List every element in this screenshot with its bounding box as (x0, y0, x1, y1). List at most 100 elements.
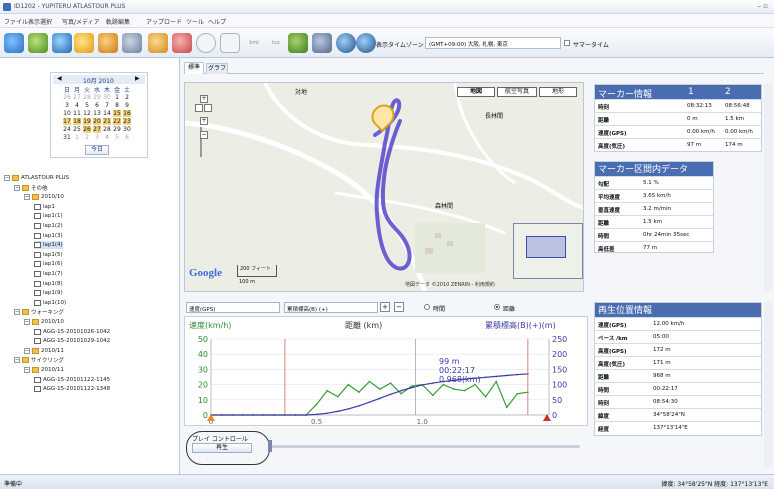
playback-thumb[interactable] (268, 440, 272, 452)
map-type-terrain[interactable]: 地形 (539, 87, 577, 97)
next-month-icon[interactable]: ▶ (135, 75, 140, 82)
star-icon[interactable] (98, 33, 118, 53)
tab-graph[interactable]: グラフ (206, 63, 228, 74)
calendar-day[interactable]: 25 (73, 126, 81, 133)
import-icon[interactable] (52, 33, 72, 53)
tree-file-item[interactable]: lap1(3) (34, 232, 63, 240)
collapse-icon[interactable]: − (14, 357, 20, 364)
collapse-icon[interactable]: − (24, 367, 30, 373)
calendar-day[interactable]: 1 (113, 94, 121, 101)
tree-folder-item[interactable]: − 2010/11 (24, 366, 64, 374)
camera-icon[interactable] (312, 33, 332, 53)
menu-help[interactable]: ヘルプ (208, 17, 226, 26)
globe-sync-icon[interactable] (356, 33, 376, 53)
timezone-select[interactable]: (GMT+09:00) 大阪, 札幌, 東京 (425, 37, 561, 49)
pan-right-icon[interactable] (204, 104, 212, 112)
calendar-day[interactable]: 9 (123, 102, 131, 109)
menu-file[interactable]: ファイル (4, 17, 28, 26)
export-icon[interactable] (148, 33, 168, 53)
kml-icon[interactable]: kml (244, 33, 264, 53)
chart-svg[interactable]: 504030201002502001501005000 0.5 1.0 (185, 317, 589, 427)
calendar-day[interactable]: 7 (103, 102, 111, 109)
tree-folder-item[interactable]: − 2010/10 (24, 193, 64, 201)
collapse-icon[interactable]: − (4, 175, 10, 181)
calendar-day[interactable]: 15 (113, 110, 121, 117)
radio-distance[interactable] (494, 304, 500, 310)
info-scrollbar[interactable] (764, 84, 772, 290)
calendar-day[interactable]: 24 (63, 126, 71, 133)
collapse-icon[interactable]: − (24, 347, 30, 354)
right-series-select[interactable]: 累積標高(B) (+) (284, 302, 378, 313)
calendar-day[interactable]: 30 (103, 94, 111, 101)
tree-folder-item[interactable]: − 2010/11 (24, 347, 64, 355)
tree-folder-item[interactable]: − ウォーキング (14, 308, 64, 316)
prev-month-icon[interactable]: ◀ (57, 75, 62, 82)
menu-track-edit[interactable]: 軌跡編集 (106, 17, 130, 26)
calendar-day[interactable]: 19 (83, 118, 91, 125)
collapse-icon[interactable]: − (24, 194, 30, 201)
photo-icon[interactable] (74, 33, 94, 53)
menu-media[interactable]: 写真/メディア (62, 17, 100, 26)
calendar-day[interactable]: 21 (103, 118, 111, 125)
zoom-in-icon[interactable]: + (200, 117, 208, 125)
calendar-day[interactable]: 22 (113, 118, 121, 125)
calendar-day[interactable]: 26 (83, 126, 91, 133)
tree-file-item[interactable]: AGG-15-20101029-1042 (34, 337, 110, 345)
calendar-day[interactable]: 29 (93, 94, 101, 101)
pan-up-icon[interactable]: + (200, 95, 208, 103)
menu-tools[interactable]: ツール (186, 17, 204, 26)
calendar-day[interactable]: 4 (73, 102, 81, 109)
tree-folder-item[interactable]: − ATLASTOUR PLUS (4, 174, 69, 182)
calendar-day[interactable]: 16 (123, 110, 131, 117)
tab-standard[interactable]: 標準 (184, 62, 204, 74)
calendar-day[interactable]: 3 (63, 102, 71, 109)
radio-time[interactable] (424, 304, 430, 310)
menu-upload[interactable]: アップロード (146, 17, 182, 26)
calendar-day[interactable]: 3 (93, 134, 101, 141)
calendar-day[interactable]: 14 (103, 110, 111, 117)
today-button[interactable]: 今日 (85, 145, 109, 155)
calendar-day[interactable]: 11 (73, 110, 81, 117)
tree-file-item[interactable]: AGG-15-20101026-1042 (34, 328, 110, 336)
tree-folder-item[interactable]: − 2010/10 (24, 318, 64, 326)
calendar-day[interactable]: 5 (113, 134, 121, 141)
tree-file-item[interactable]: lap1(9) (34, 289, 63, 297)
calendar-day[interactable]: 1 (73, 134, 81, 141)
map-type-satellite[interactable]: 航空写真 (497, 87, 537, 97)
calendar-day[interactable]: 29 (113, 126, 121, 133)
calendar-day[interactable]: 8 (113, 102, 121, 109)
calendar-day[interactable]: 4 (103, 134, 111, 141)
summertime-checkbox[interactable] (564, 40, 570, 46)
zoom-in-graph-button[interactable]: + (380, 302, 390, 312)
tree-file-item[interactable]: lap1(10) (34, 299, 66, 307)
zoom-out-graph-button[interactable]: − (394, 302, 404, 312)
calendar-day[interactable]: 23 (123, 118, 131, 125)
map-view[interactable]: + + − 地図 航空写真 地形 対地 長林間 森林間 Google 200 フ… (184, 82, 584, 292)
map-attribution[interactable]: 地図データ ©2010 ZENRIN - 利用規約 (405, 281, 495, 288)
tree-file-item[interactable]: lap1 (34, 203, 55, 211)
globe-icon[interactable] (336, 33, 356, 53)
play-button[interactable]: 再生 (192, 443, 252, 453)
calendar-day[interactable]: 12 (83, 110, 91, 117)
calendar-day[interactable]: 18 (73, 118, 81, 125)
calendar-day[interactable]: 6 (123, 134, 131, 141)
calendar-icon[interactable] (220, 33, 240, 53)
tree-file-item[interactable]: lap1(1) (34, 212, 63, 220)
calendar-day[interactable]: 27 (93, 126, 101, 133)
delete-icon[interactable] (172, 33, 192, 53)
tree-file-item[interactable]: lap1(7) (34, 270, 63, 278)
pan-left-icon[interactable] (195, 104, 203, 112)
calendar-day[interactable]: 31 (63, 134, 71, 141)
device-icon[interactable] (28, 33, 48, 53)
playback-scrollbar[interactable] (764, 302, 772, 466)
calendar-day[interactable]: 20 (93, 118, 101, 125)
calendar-day[interactable]: 28 (103, 126, 111, 133)
calendar-day[interactable]: 2 (123, 94, 131, 101)
map-type-map[interactable]: 地図 (457, 87, 495, 97)
collapse-icon[interactable]: − (14, 184, 20, 191)
open-icon[interactable] (4, 33, 24, 53)
tree-file-item[interactable]: AGG-15-20101122-1348 (34, 385, 110, 393)
settings-icon[interactable] (122, 33, 142, 53)
tree-folder-item[interactable]: − その他 (14, 184, 48, 192)
tree-file-item[interactable]: lap1(2) (34, 222, 63, 230)
